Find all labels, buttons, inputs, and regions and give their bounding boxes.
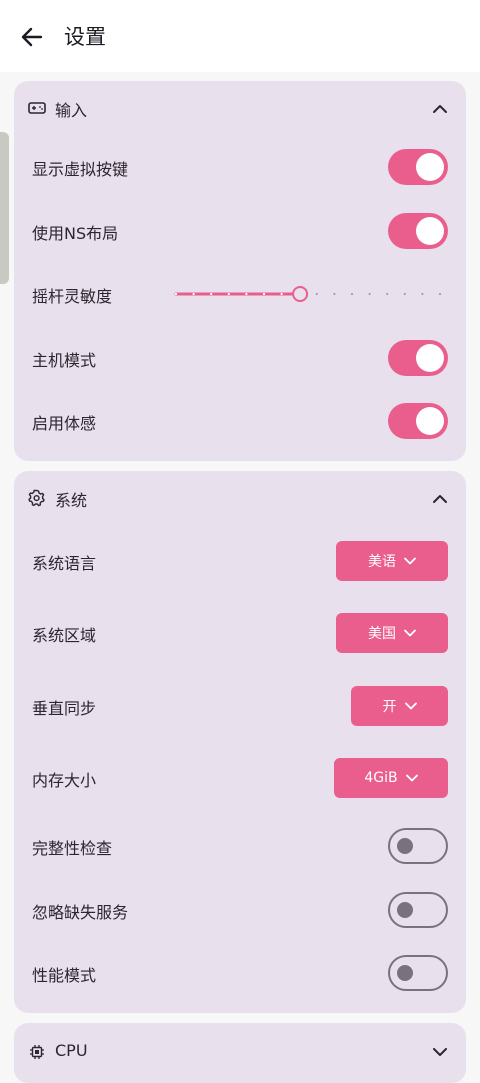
slider-tick — [262, 292, 266, 296]
performance-mode-row: 性能模式 — [14, 949, 466, 997]
system-language-dropdown[interactable]: 美语 — [336, 541, 448, 581]
row-label: 摇杆灵敏度 — [32, 287, 113, 306]
slider-tick — [438, 292, 442, 296]
cpu-section-card: CPU — [14, 1023, 466, 1083]
app-bar: 设置 — [0, 0, 480, 72]
integrity-check-row: 完整性检查 — [14, 822, 466, 870]
chevron-down-icon — [404, 557, 416, 565]
row-label: 主机模式 — [32, 351, 97, 370]
row-label: 显示虚拟按键 — [32, 160, 129, 179]
row-label: 性能模式 — [32, 966, 97, 985]
system-region-row: 系统区域 美国 — [14, 609, 466, 657]
dropdown-value: 美语 — [368, 554, 396, 570]
host-mode-row: 主机模式 — [14, 334, 466, 382]
chevron-down-icon[interactable] — [430, 1042, 450, 1062]
system-section-header[interactable]: 系统 — [14, 471, 466, 525]
row-label: 完整性检查 — [32, 839, 113, 858]
integrity-check-toggle[interactable] — [388, 828, 448, 864]
cpu-section-title: CPU — [55, 1041, 88, 1060]
slider-tick — [245, 292, 248, 296]
row-label: 系统语言 — [32, 554, 97, 573]
cpu-section-header[interactable]: CPU — [14, 1023, 466, 1077]
memory-size-row: 内存大小 4GiB — [14, 754, 466, 802]
show-virtual-keys-row: 显示虚拟按键 — [14, 143, 466, 191]
slider-thumb[interactable] — [292, 286, 309, 302]
system-section-card: 系统 系统语言 美语 系统区域 美国 垂直同步 开 内存大小 4GiB 完整性检 — [14, 471, 466, 1013]
toggle-knob — [397, 838, 413, 854]
host-mode-toggle[interactable] — [388, 340, 448, 376]
motion-sensing-row: 启用体感 — [14, 397, 466, 445]
toggle-knob — [416, 217, 444, 245]
ns-layout-toggle[interactable] — [388, 213, 448, 249]
ignore-missing-services-toggle[interactable] — [388, 892, 448, 928]
slider-tick — [315, 292, 318, 296]
memory-size-dropdown[interactable]: 4GiB — [334, 758, 448, 798]
stick-sensitivity-row: 摇杆灵敏度 — [14, 270, 466, 318]
motion-sensing-toggle[interactable] — [388, 403, 448, 439]
slider-tick — [350, 292, 354, 296]
chip-icon — [27, 1042, 47, 1062]
chevron-down-icon — [404, 702, 417, 710]
system-region-dropdown[interactable]: 美国 — [336, 613, 448, 653]
ignore-missing-services-row: 忽略缺失服务 — [14, 886, 466, 934]
toggle-knob — [397, 902, 413, 918]
row-label: 启用体感 — [32, 414, 97, 433]
side-drawer-handle[interactable] — [0, 132, 9, 284]
input-section-title: 输入 — [55, 101, 88, 120]
vsync-dropdown[interactable]: 开 — [351, 686, 448, 726]
system-language-row: 系统语言 美语 — [14, 537, 466, 585]
ns-layout-row: 使用NS布局 — [14, 207, 466, 255]
chevron-up-icon[interactable] — [430, 488, 450, 508]
slider-tick — [403, 292, 406, 296]
row-label: 使用NS布局 — [32, 224, 119, 243]
show-virtual-keys-toggle[interactable] — [388, 149, 448, 185]
gear-icon — [27, 488, 47, 508]
gamepad-icon — [27, 98, 47, 118]
arrow-left-icon — [21, 27, 43, 47]
slider-tick — [421, 292, 424, 296]
vsync-row: 垂直同步 开 — [14, 682, 466, 730]
slider-tick — [368, 292, 371, 296]
slider-tick — [174, 292, 178, 296]
row-label: 内存大小 — [32, 771, 97, 790]
slider-tick — [227, 292, 230, 296]
row-label: 忽略缺失服务 — [32, 903, 129, 922]
slider-tick — [280, 292, 283, 296]
slider-tick — [192, 292, 195, 296]
input-section-card: 输入 显示虚拟按键 使用NS布局 摇杆灵敏度 主机模式 启用体感 — [14, 81, 466, 461]
dropdown-value: 开 — [382, 699, 397, 715]
performance-mode-toggle[interactable] — [388, 955, 448, 991]
stick-sensitivity-slider[interactable] — [172, 282, 448, 306]
toggle-knob — [397, 965, 413, 981]
toggle-knob — [416, 407, 444, 435]
dropdown-value: 美国 — [368, 626, 396, 642]
chevron-down-icon — [404, 629, 416, 637]
chevron-down-icon — [405, 774, 418, 782]
system-section-title: 系统 — [55, 491, 88, 510]
page-title: 设置 — [64, 25, 106, 49]
toggle-knob — [416, 344, 444, 372]
slider-tick — [210, 292, 213, 296]
slider-tick — [386, 292, 389, 296]
toggle-knob — [416, 153, 444, 181]
input-section-header[interactable]: 输入 — [14, 81, 466, 135]
back-button[interactable] — [14, 20, 50, 54]
row-label: 系统区域 — [32, 626, 97, 645]
row-label: 垂直同步 — [32, 699, 97, 718]
chevron-up-icon[interactable] — [430, 98, 450, 118]
dropdown-value: 4GiB — [364, 770, 398, 786]
slider-tick — [333, 292, 336, 296]
